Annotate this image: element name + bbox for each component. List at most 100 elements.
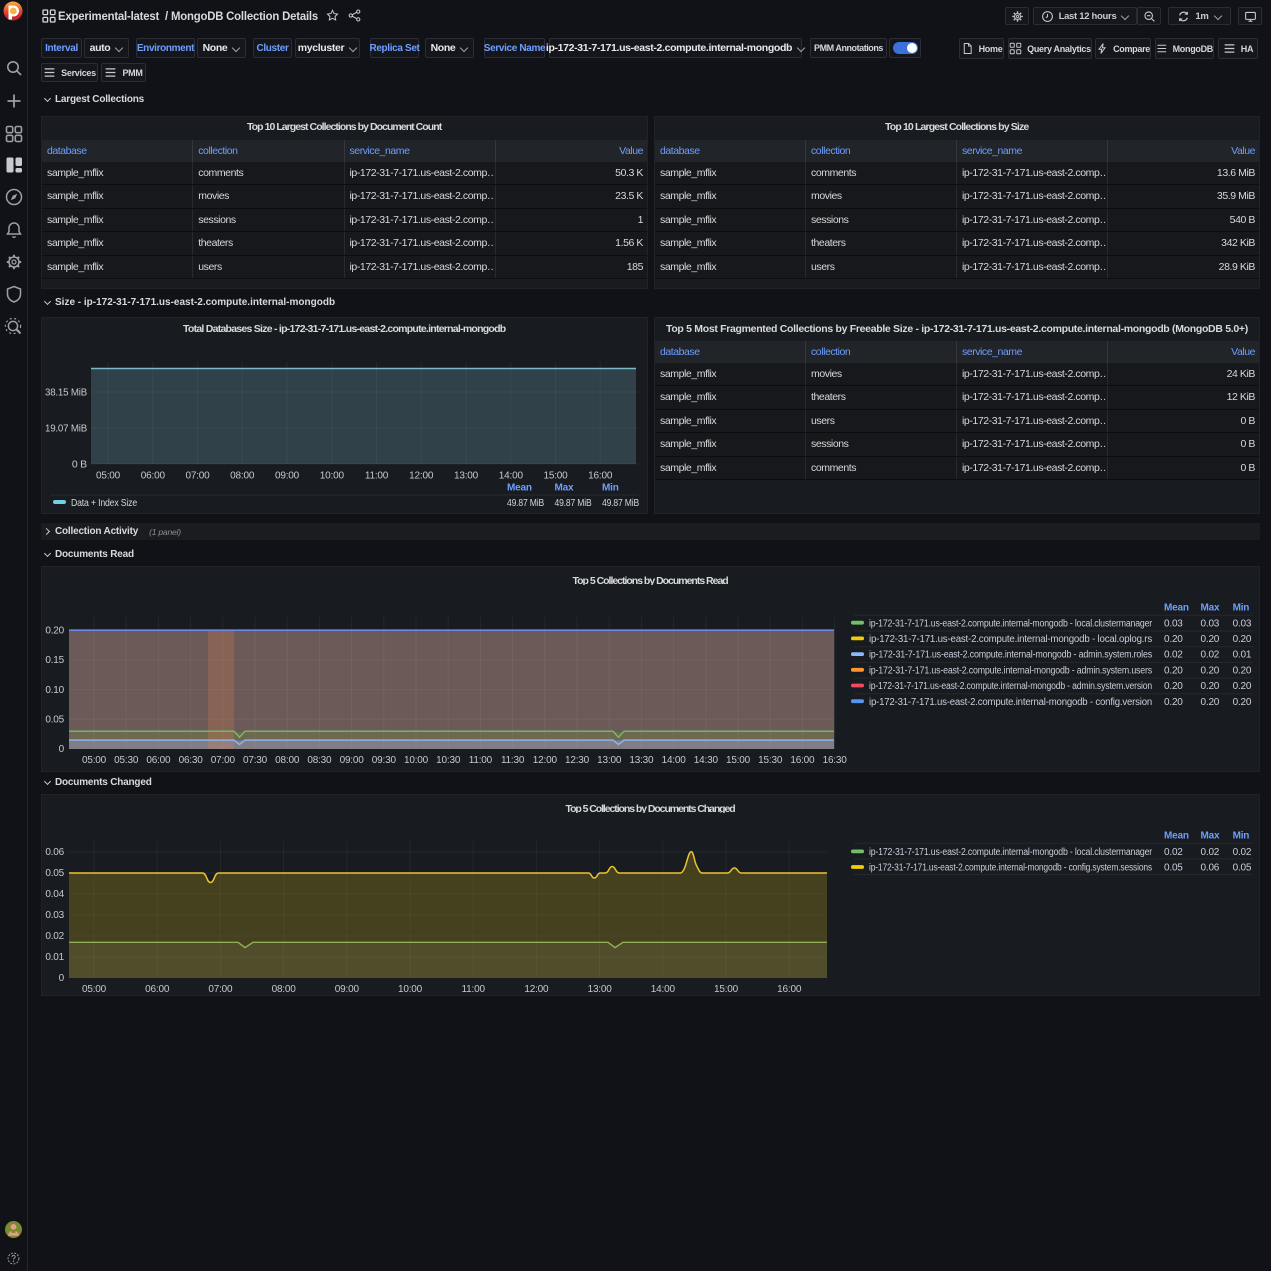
svg-text:10:00: 10:00 (320, 471, 345, 482)
svg-text:09:00: 09:00 (335, 984, 360, 995)
svg-text:0.02: 0.02 (1201, 847, 1220, 858)
svg-text:0.20: 0.20 (1201, 634, 1220, 645)
svg-text:0.03: 0.03 (1201, 618, 1220, 629)
svg-text:06:00: 06:00 (146, 755, 171, 766)
svg-text:Max: Max (555, 483, 574, 494)
svg-text:14:00: 14:00 (499, 471, 524, 482)
svg-text:08:00: 08:00 (230, 471, 255, 482)
svg-text:10:30: 10:30 (436, 755, 461, 766)
svg-text:0.01: 0.01 (1233, 650, 1252, 661)
svg-text:11:30: 11:30 (501, 755, 525, 766)
svg-text:0.02: 0.02 (1201, 650, 1220, 661)
svg-text:0.02: 0.02 (1164, 847, 1183, 858)
svg-text:10:00: 10:00 (398, 984, 423, 995)
svg-text:0.03: 0.03 (45, 910, 64, 921)
svg-text:Mean: Mean (1164, 831, 1189, 842)
svg-text:11:00: 11:00 (462, 984, 486, 995)
svg-text:0.15: 0.15 (45, 655, 64, 666)
svg-text:12:00: 12:00 (409, 471, 434, 482)
svg-text:07:30: 07:30 (243, 755, 268, 766)
svg-text:13:00: 13:00 (454, 471, 479, 482)
svg-text:0.02: 0.02 (1233, 847, 1252, 858)
svg-text:12:30: 12:30 (565, 755, 590, 766)
svg-text:07:00: 07:00 (208, 984, 233, 995)
svg-text:ip-172-31-7-171.us-east-2.comp: ip-172-31-7-171.us-east-2.compute.intern… (869, 665, 1152, 676)
svg-text:ip-172-31-7-171.us-east-2.comp: ip-172-31-7-171.us-east-2.compute.intern… (869, 618, 1153, 629)
svg-text:07:00: 07:00 (185, 471, 210, 482)
svg-text:38.15 MiB: 38.15 MiB (45, 388, 88, 399)
svg-text:08:00: 08:00 (275, 755, 300, 766)
svg-text:15:30: 15:30 (758, 755, 783, 766)
svg-text:0: 0 (59, 744, 65, 755)
svg-text:0.20: 0.20 (1201, 665, 1220, 676)
svg-text:ip-172-31-7-171.us-east-2.comp: ip-172-31-7-171.us-east-2.compute.intern… (869, 697, 1152, 708)
svg-text:11:00: 11:00 (365, 471, 389, 482)
svg-text:0.05: 0.05 (45, 715, 64, 726)
svg-text:49.87 MiB: 49.87 MiB (507, 498, 544, 509)
svg-text:09:00: 09:00 (275, 471, 300, 482)
svg-text:0.20: 0.20 (1233, 665, 1252, 676)
svg-text:ip-172-31-7-171.us-east-2.comp: ip-172-31-7-171.us-east-2.compute.intern… (869, 847, 1153, 858)
svg-text:0.02: 0.02 (45, 931, 64, 942)
svg-text:49.87 MiB: 49.87 MiB (602, 498, 639, 509)
svg-text:12:00: 12:00 (533, 755, 558, 766)
svg-text:0: 0 (59, 973, 65, 984)
svg-text:0.20: 0.20 (1164, 665, 1183, 676)
svg-text:0.05: 0.05 (1164, 863, 1183, 874)
svg-text:15:00: 15:00 (543, 471, 568, 482)
svg-text:0.20: 0.20 (1233, 697, 1252, 708)
svg-text:09:30: 09:30 (372, 755, 397, 766)
svg-text:0.20: 0.20 (1201, 681, 1220, 692)
svg-text:0.20: 0.20 (1164, 681, 1183, 692)
svg-text:09:00: 09:00 (340, 755, 365, 766)
svg-text:Experimental-latest / MongoDB: Experimental-latest / MongoDB Collection… (58, 9, 318, 23)
svg-text:0.05: 0.05 (45, 868, 64, 879)
svg-text:Top 10 Largest Collections by: Top 10 Largest Collections by Document C… (247, 121, 443, 133)
svg-text:Top 5 Most Fragmented Collecti: Top 5 Most Fragmented Collections by Fre… (666, 323, 1248, 335)
svg-text:0.20: 0.20 (1164, 634, 1183, 645)
svg-text:16:00: 16:00 (777, 984, 802, 995)
svg-text:19.07 MiB: 19.07 MiB (45, 424, 88, 435)
svg-text:12:00: 12:00 (524, 984, 549, 995)
svg-text:15:00: 15:00 (714, 984, 739, 995)
svg-text:0.01: 0.01 (45, 952, 64, 963)
svg-text:16:00: 16:00 (790, 755, 815, 766)
svg-text:0.03: 0.03 (1164, 618, 1183, 629)
svg-text:ip-172-31-7-171.us-east-2.comp: ip-172-31-7-171.us-east-2.compute.intern… (869, 650, 1152, 661)
svg-text:06:00: 06:00 (141, 471, 166, 482)
svg-text:Min: Min (602, 483, 619, 494)
svg-text:0.20: 0.20 (1233, 681, 1252, 692)
svg-text:0.10: 0.10 (45, 685, 64, 696)
svg-text:ip-172-31-7-171.us-east-2.comp: ip-172-31-7-171.us-east-2.compute.intern… (869, 681, 1152, 692)
svg-text:0.20: 0.20 (45, 625, 64, 636)
svg-text:Min: Min (1233, 603, 1250, 614)
svg-text:10:00: 10:00 (404, 755, 429, 766)
svg-text:Mean: Mean (1164, 603, 1189, 614)
svg-text:0.06: 0.06 (45, 847, 64, 858)
svg-text:08:00: 08:00 (272, 984, 297, 995)
svg-text:13:00: 13:00 (588, 984, 613, 995)
svg-text:06:30: 06:30 (179, 755, 204, 766)
svg-text:Top 10 Largest Collections by: Top 10 Largest Collections by Size (885, 121, 1029, 133)
svg-text:0.02: 0.02 (1164, 650, 1183, 661)
svg-text:16:00: 16:00 (588, 471, 613, 482)
svg-text:05:00: 05:00 (82, 755, 107, 766)
svg-text:0.20: 0.20 (1233, 634, 1252, 645)
svg-text:Max: Max (1201, 831, 1220, 842)
svg-text:Mean: Mean (507, 483, 532, 494)
svg-text:0.05: 0.05 (1233, 863, 1252, 874)
svg-text:13:30: 13:30 (629, 755, 654, 766)
svg-text:11:00: 11:00 (469, 755, 493, 766)
svg-text:14:00: 14:00 (662, 755, 687, 766)
svg-text:16:30: 16:30 (823, 755, 848, 766)
svg-text:05:00: 05:00 (82, 984, 107, 995)
svg-text:07:00: 07:00 (211, 755, 236, 766)
svg-text:13:00: 13:00 (597, 755, 622, 766)
svg-text:06:00: 06:00 (145, 984, 170, 995)
svg-text:0.03: 0.03 (1233, 618, 1252, 629)
svg-text:08:30: 08:30 (307, 755, 332, 766)
svg-text:0.04: 0.04 (45, 889, 64, 900)
svg-text:05:00: 05:00 (96, 471, 121, 482)
svg-text:0.20: 0.20 (1201, 697, 1220, 708)
svg-text:0 B: 0 B (72, 459, 87, 471)
